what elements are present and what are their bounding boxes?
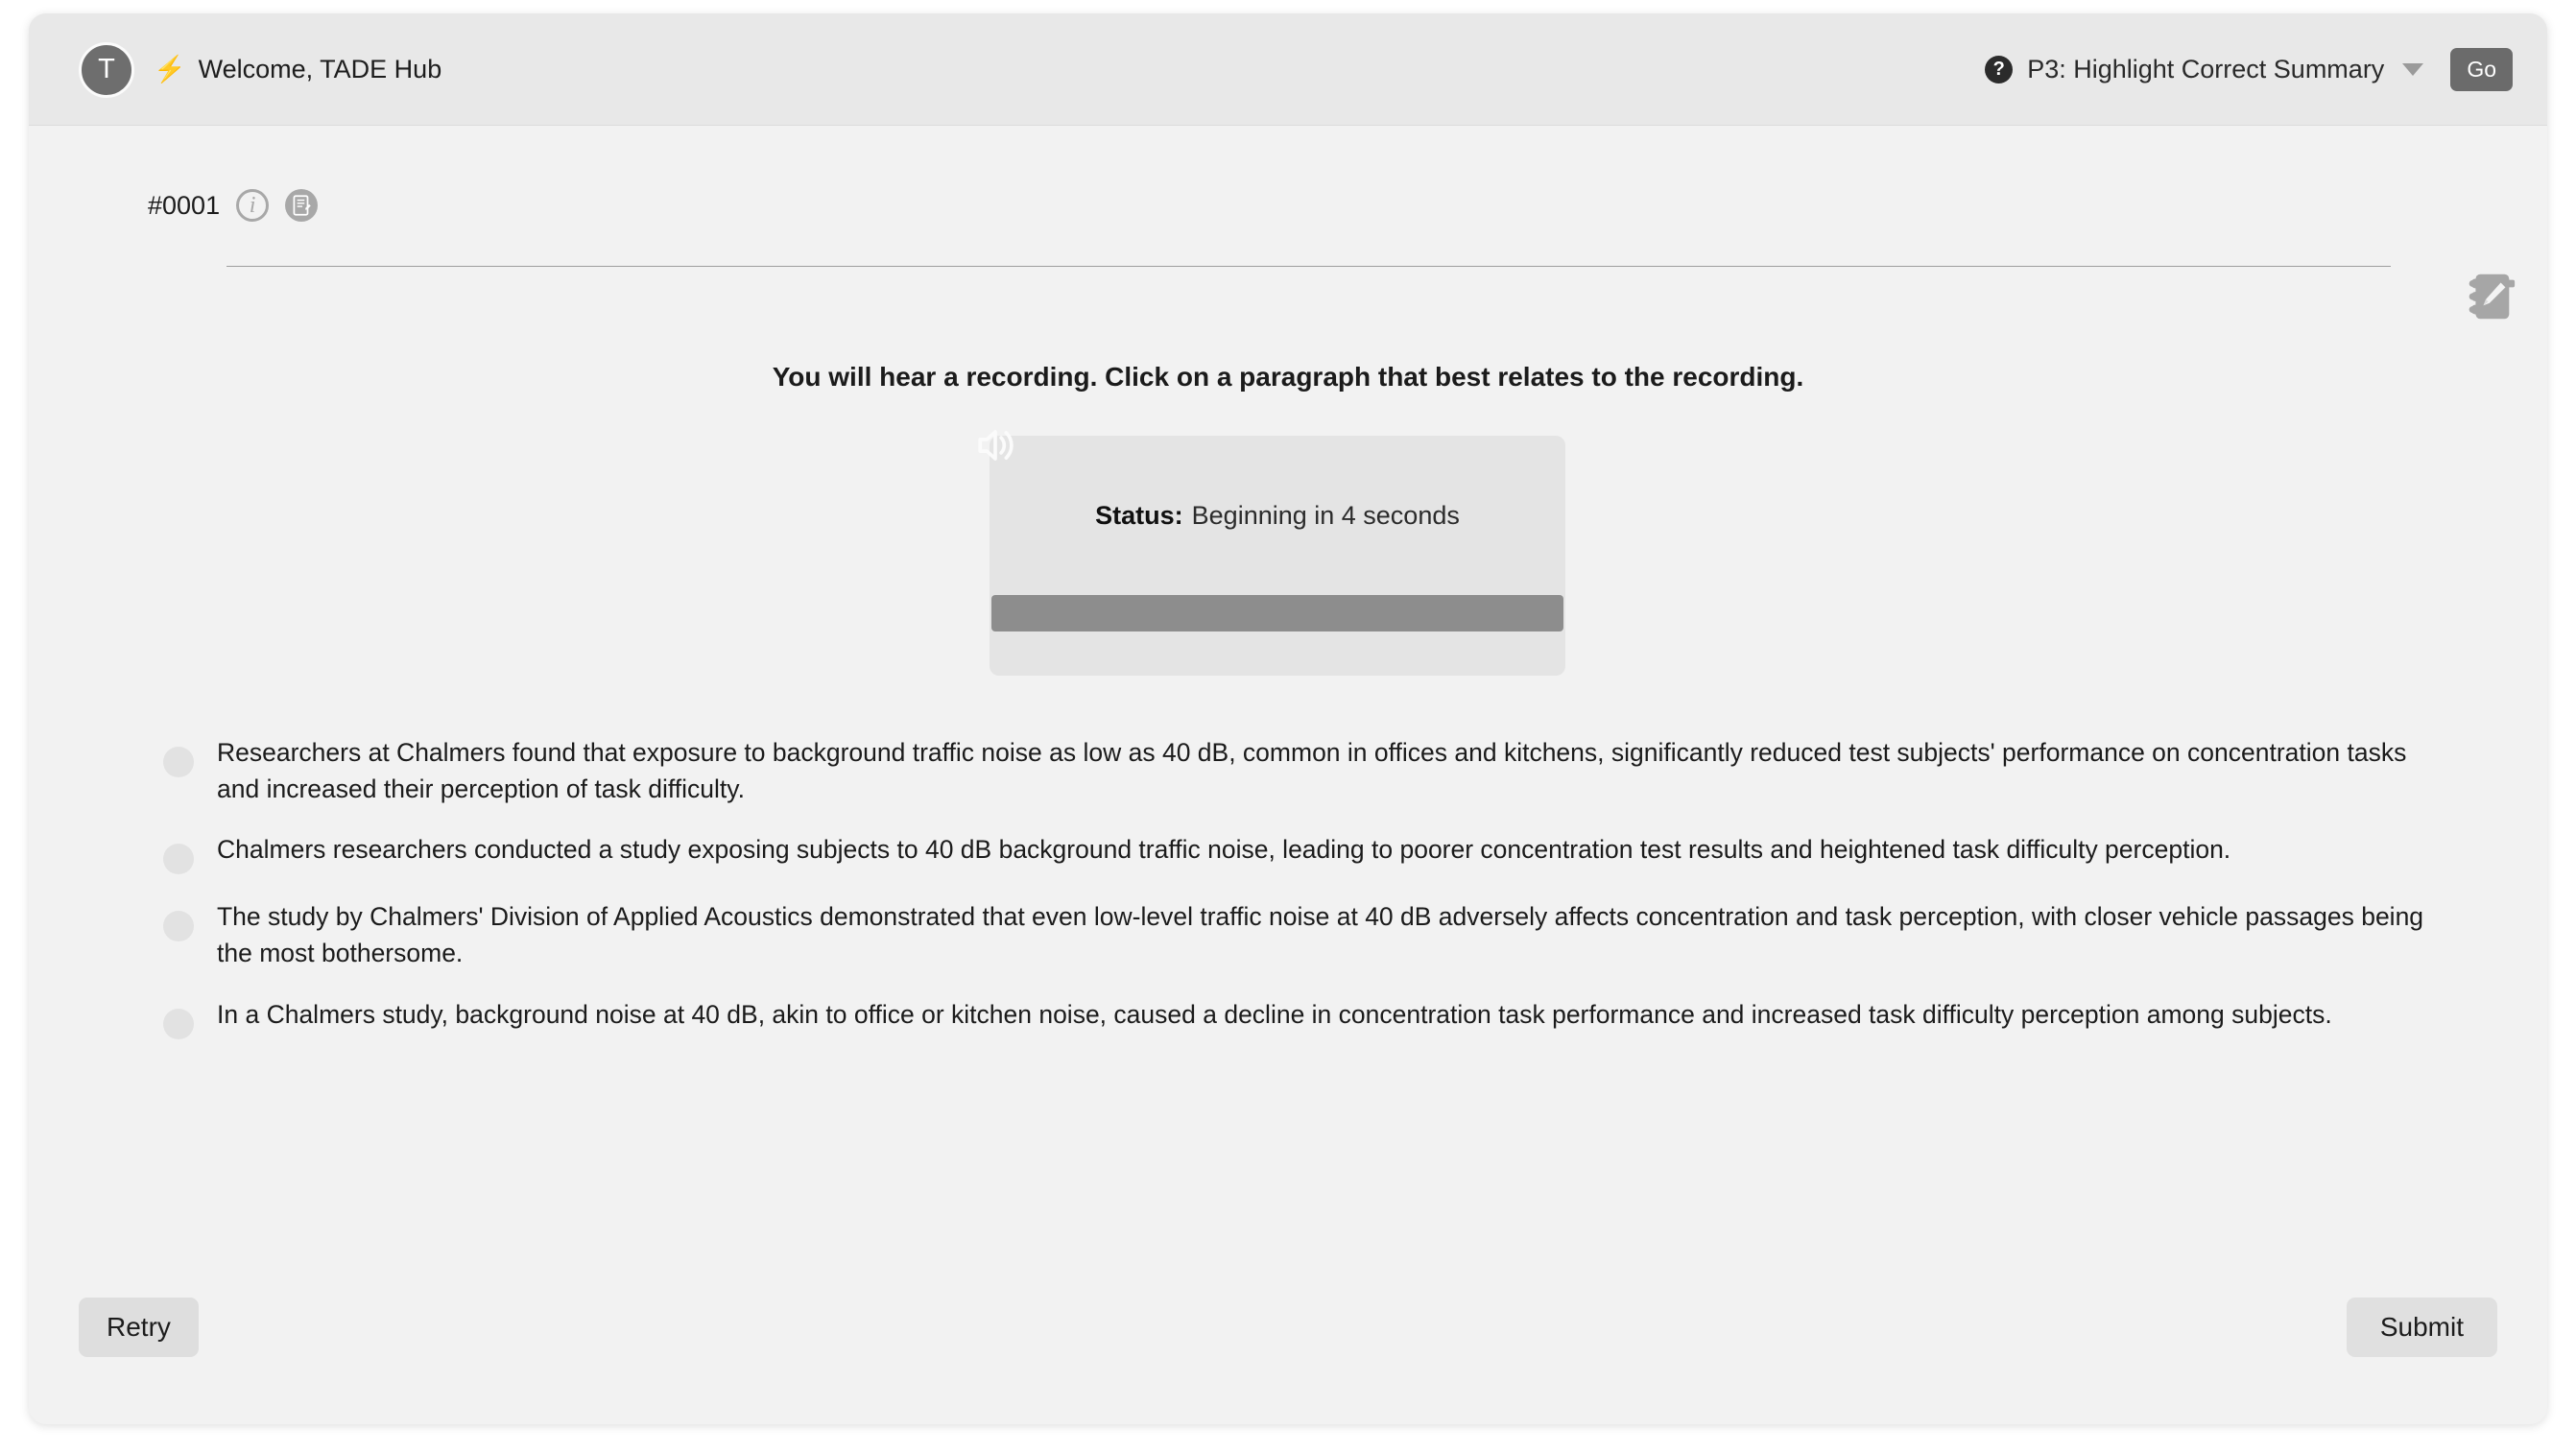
audio-progress-bar[interactable] [991, 595, 1563, 631]
submit-button[interactable]: Submit [2346, 1298, 2497, 1357]
speaker-icon[interactable] [968, 418, 1022, 472]
avatar-initial: T [98, 54, 115, 84]
option-text-3: The study by Chalmers' Division of Appli… [217, 902, 2424, 967]
task-selector-label: P3: Highlight Correct Summary [2027, 55, 2385, 83]
topbar-left-group: T ⚡ Welcome, TADE Hub [79, 13, 441, 126]
task-selector[interactable]: ? P3: Highlight Correct Summary [1985, 55, 2424, 84]
status-label: Status: [1095, 501, 1183, 530]
note-edit-icon[interactable] [285, 189, 319, 222]
chevron-down-icon[interactable] [2402, 63, 2424, 76]
info-icon[interactable]: i [236, 189, 270, 222]
item-id-label: #0001 [148, 190, 221, 220]
help-icon[interactable]: ? [1985, 56, 2014, 83]
audio-status: Status: Beginning in 4 seconds [990, 501, 1565, 531]
option-text-4: In a Chalmers study, background noise at… [217, 999, 2332, 1029]
welcome-group: ⚡ Welcome, TADE Hub [154, 55, 441, 84]
option-bullet-2[interactable] [163, 844, 194, 875]
option-bullet-3[interactable] [163, 911, 194, 942]
option-bullet-1[interactable] [163, 747, 194, 777]
app-card: T ⚡ Welcome, TADE Hub ? P3: Highlight Co… [29, 13, 2547, 1424]
status-value: Beginning in 4 seconds [1191, 501, 1460, 530]
option-text-2: Chalmers researchers conducted a study e… [217, 835, 2231, 865]
page-title: You will hear a recording. Click on a pa… [772, 362, 1804, 392]
divider [227, 266, 2391, 267]
option-row-3[interactable]: The study by Chalmers' Division of Appli… [163, 899, 2486, 971]
option-text-1: Researchers at Chalmers found that expos… [217, 738, 2407, 803]
bolt-icon: ⚡ [154, 55, 186, 83]
avatar[interactable]: T [79, 41, 134, 98]
welcome-text: Welcome, TADE Hub [198, 55, 442, 83]
top-bar: T ⚡ Welcome, TADE Hub ? P3: Highlight Co… [29, 13, 2547, 126]
options-list: Researchers at Chalmers found that expos… [163, 735, 2486, 1064]
audio-player-panel: Status: Beginning in 4 seconds [978, 430, 1565, 676]
notebook-pencil-icon[interactable] [2459, 267, 2518, 326]
option-row-1[interactable]: Researchers at Chalmers found that expos… [163, 735, 2486, 807]
topbar-right-group: ? P3: Highlight Correct Summary Go [1985, 13, 2513, 126]
option-row-4[interactable]: In a Chalmers study, background noise at… [163, 997, 2486, 1039]
option-row-2[interactable]: Chalmers researchers conducted a study e… [163, 832, 2486, 875]
item-id-row: #0001 i [148, 189, 319, 222]
retry-button[interactable]: Retry [79, 1298, 199, 1357]
go-button[interactable]: Go [2450, 48, 2513, 91]
option-bullet-4[interactable] [163, 1008, 194, 1039]
